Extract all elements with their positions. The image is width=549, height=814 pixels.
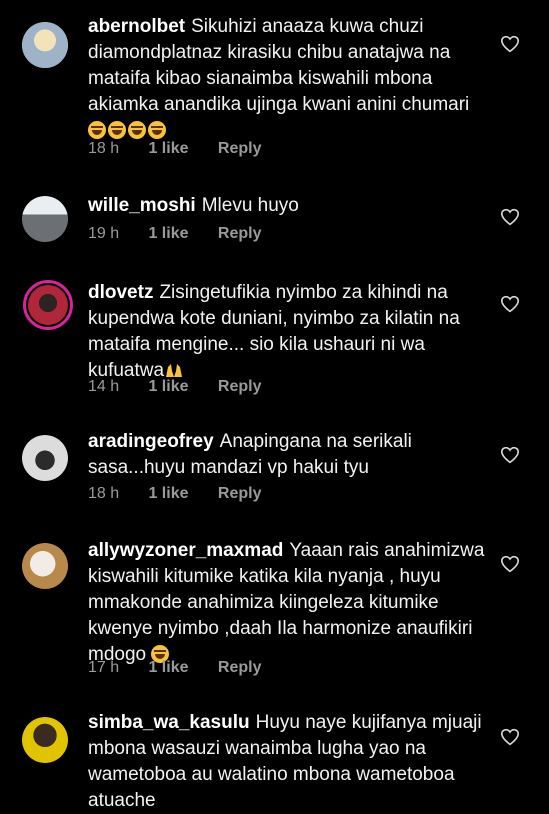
comment-text: simba_wa_kasulu Huyu naye kujifanya mjuaj… xyxy=(88,710,493,814)
comment-meta: 18 h 1 like Reply xyxy=(88,483,261,505)
reply-button[interactable]: Reply xyxy=(218,223,262,245)
laugh-emoji-icon xyxy=(148,121,166,139)
comment-meta: 19 h 1 like Reply xyxy=(88,223,261,245)
comment-text: wille_moshi Mlevu huyo xyxy=(88,193,493,219)
comment-username[interactable]: wille_moshi xyxy=(88,195,196,216)
heart-icon[interactable] xyxy=(500,446,520,464)
comment-text: dlovetz Zisingetufikia nyimbo za kihindi … xyxy=(88,280,493,384)
heart-icon[interactable] xyxy=(500,35,520,53)
comment-meta: 17 h 1 like Reply xyxy=(88,657,261,679)
avatar[interactable] xyxy=(22,435,68,481)
avatar[interactable] xyxy=(22,196,68,242)
comment-text: abernolbet Sikuhizi anaaza kuwa chuzi dia… xyxy=(88,14,493,144)
heart-icon[interactable] xyxy=(500,208,520,226)
laugh-emoji-icon xyxy=(108,121,126,139)
reply-button[interactable]: Reply xyxy=(218,376,262,398)
avatar[interactable] xyxy=(22,543,68,589)
comment-time: 18 h xyxy=(88,140,120,157)
comment-username[interactable]: allywyzoner_maxmad xyxy=(88,540,283,561)
laugh-emoji-icon xyxy=(88,121,106,139)
comment-likes[interactable]: 1 like xyxy=(148,223,213,245)
comment-text: aradingeofrey Anapingana na serikali sasa… xyxy=(88,429,493,481)
comment-time: 17 h xyxy=(88,659,120,676)
comment-meta: 14 h 1 like Reply xyxy=(88,376,261,398)
reply-button[interactable]: Reply xyxy=(218,657,262,679)
avatar[interactable] xyxy=(22,22,68,68)
laugh-emoji-icon xyxy=(128,121,146,139)
reply-button[interactable]: Reply xyxy=(218,138,262,160)
heart-icon[interactable] xyxy=(500,728,520,746)
comment-meta: 18 h 1 like Reply xyxy=(88,138,261,160)
heart-icon[interactable] xyxy=(500,555,520,573)
comment-text: allywyzoner_maxmad Yaaan rais anahimizwa … xyxy=(88,538,493,668)
avatar[interactable] xyxy=(23,280,73,330)
comment-likes[interactable]: 1 like xyxy=(148,376,213,398)
comment-username[interactable]: abernolbet xyxy=(88,16,185,37)
avatar[interactable] xyxy=(22,717,68,763)
comment-body: Mlevu huyo xyxy=(201,195,299,216)
comment-username[interactable]: simba_wa_kasulu xyxy=(88,712,250,733)
comment-time: 14 h xyxy=(88,378,120,395)
comment-time: 19 h xyxy=(88,225,120,242)
comment-likes[interactable]: 1 like xyxy=(148,138,213,160)
comment-likes[interactable]: 1 like xyxy=(148,483,213,505)
comment-username[interactable]: aradingeofrey xyxy=(88,431,214,452)
comment-username[interactable]: dlovetz xyxy=(88,282,153,303)
comment-likes[interactable]: 1 like xyxy=(148,657,213,679)
comment-time: 18 h xyxy=(88,485,120,502)
heart-icon[interactable] xyxy=(500,295,520,313)
reply-button[interactable]: Reply xyxy=(218,483,262,505)
